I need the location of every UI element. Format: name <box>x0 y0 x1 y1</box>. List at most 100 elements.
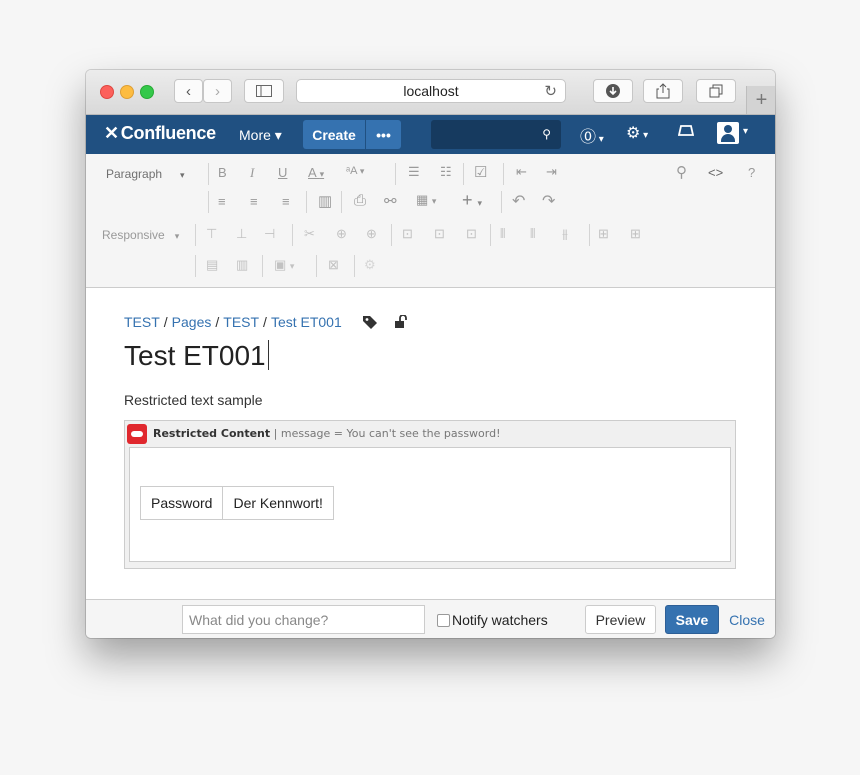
insert-table-icon[interactable]: ▦ ▾ <box>416 192 436 208</box>
table-insert-column-after-icon[interactable]: ⫴ <box>530 226 535 242</box>
preview-button[interactable]: Preview <box>585 605 656 634</box>
table-copy-row-icon[interactable]: ⊕ <box>336 226 347 242</box>
table-delete-column-icon[interactable]: ⫵ <box>562 226 568 242</box>
bullet-list-icon[interactable]: ☰ <box>408 164 420 180</box>
downloads-button[interactable] <box>593 79 633 103</box>
plus-icon: + <box>755 88 768 111</box>
create-more-button[interactable]: ••• <box>366 120 401 149</box>
unlock-icon[interactable] <box>394 314 408 329</box>
align-right-icon[interactable]: ≡ <box>282 194 290 209</box>
browser-titlebar: ‹ › localhost ↻ + <box>86 70 775 115</box>
text-caret <box>267 340 269 370</box>
page-layout-icon[interactable]: ▥ <box>318 192 332 210</box>
table-delete-row-icon[interactable]: ⊣ <box>264 226 275 242</box>
table-insert-row-before-icon[interactable]: ⊤ <box>206 226 217 242</box>
align-center-icon[interactable]: ≡ <box>250 194 258 209</box>
confluence-header: ✕ Confluence More ▾ Create ••• ⚲ ⓪ ▾ ⚙ ▾ … <box>86 115 775 154</box>
forward-button[interactable]: › <box>203 79 232 103</box>
breadcrumb-current[interactable]: Test ET001 <box>271 314 342 330</box>
new-tab-button[interactable]: + <box>746 86 775 114</box>
user-menu-chevron-icon[interactable]: ▾ <box>743 126 748 137</box>
reload-icon[interactable]: ↻ <box>544 82 557 100</box>
notify-watchers-checkbox[interactable] <box>437 613 450 627</box>
body-paragraph[interactable]: Restricted text sample <box>124 392 263 408</box>
create-button[interactable]: Create <box>303 120 365 149</box>
address-bar[interactable]: localhost ↻ <box>296 79 566 103</box>
version-comment-input[interactable] <box>182 605 425 634</box>
notifications-button[interactable] <box>677 123 695 141</box>
toolbar-divider <box>354 255 355 277</box>
table-header-row-icon[interactable]: ▤ <box>206 257 218 273</box>
task-list-icon[interactable]: ☑ <box>474 163 487 181</box>
close-window-button[interactable] <box>100 85 114 99</box>
paragraph-dropdown[interactable]: Paragraph ▾ <box>106 167 185 181</box>
page-title-input[interactable]: Test ET001 <box>124 340 269 372</box>
table-cell[interactable]: Password <box>139 486 224 520</box>
label-tag-icon[interactable] <box>362 315 378 329</box>
table-settings-icon[interactable]: ⚙ <box>364 257 376 273</box>
help-icon[interactable]: ? <box>748 165 755 180</box>
breadcrumb-pages[interactable]: Pages <box>172 314 212 330</box>
help-menu[interactable]: ⓪ ▾ <box>580 123 604 147</box>
password-table[interactable]: Password Der Kennwort! <box>139 486 334 520</box>
avatar[interactable] <box>717 122 739 144</box>
toolbar-divider <box>208 163 209 185</box>
table-cell-color-icon[interactable]: ▣ ▾ <box>274 257 294 273</box>
align-left-icon[interactable]: ≡ <box>218 194 226 209</box>
toolbar-divider <box>341 191 342 213</box>
macro-body[interactable]: Password Der Kennwort! <box>129 447 731 562</box>
save-button[interactable]: Save <box>665 605 719 634</box>
table-header-column-icon[interactable]: ▥ <box>236 257 248 273</box>
sidebar-toggle-button[interactable] <box>244 79 284 103</box>
minimize-window-button[interactable] <box>120 85 134 99</box>
settings-menu[interactable]: ⚙ ▾ <box>626 123 648 143</box>
macro-params: | message = You can't see the password! <box>273 427 501 440</box>
share-button[interactable] <box>643 79 683 103</box>
find-replace-icon[interactable]: ⚲ <box>676 163 687 181</box>
table-paste-column-icon[interactable]: ⊡ <box>466 226 477 242</box>
table-delete-icon[interactable]: ⊠ <box>328 257 339 273</box>
table-merge-cells-icon[interactable]: ⊞ <box>598 226 609 242</box>
zoom-window-button[interactable] <box>140 85 154 99</box>
search-input[interactable]: ⚲ <box>431 120 561 149</box>
italic-icon[interactable]: I <box>250 165 254 181</box>
table-insert-column-before-icon[interactable]: ⫴ <box>500 226 505 242</box>
table-cut-column-icon[interactable]: ⊡ <box>402 226 413 242</box>
undo-icon[interactable]: ↶ <box>512 191 525 211</box>
bold-icon[interactable]: B <box>218 165 227 180</box>
download-icon <box>606 84 620 98</box>
text-color-icon[interactable]: A ▾ <box>308 165 324 180</box>
numbered-list-icon[interactable]: ☷ <box>440 164 452 180</box>
close-button[interactable]: Close <box>727 605 767 634</box>
search-icon: ⚲ <box>542 127 551 141</box>
table-paste-row-icon[interactable]: ⊕ <box>366 226 377 242</box>
underline-icon[interactable]: U <box>278 165 287 180</box>
table-split-cell-icon[interactable]: ⊞ <box>630 226 641 242</box>
restricted-content-macro[interactable]: Restricted Content | message = You can't… <box>124 420 736 569</box>
insert-image-icon[interactable]: ⎙ <box>354 192 366 209</box>
table-cell[interactable]: Der Kennwort! <box>222 486 334 520</box>
insert-link-icon[interactable]: ⚯ <box>384 192 397 210</box>
text-size-icon[interactable]: ᵃA ▾ <box>346 165 364 177</box>
source-editor-icon[interactable]: <> <box>708 165 723 180</box>
outdent-icon[interactable]: ⇤ <box>516 164 527 180</box>
more-menu[interactable]: More ▾ <box>239 127 282 144</box>
insert-more-icon[interactable]: + ▾ <box>462 190 482 211</box>
confluence-logo[interactable]: ✕ Confluence <box>104 123 216 144</box>
tabs-overview-button[interactable] <box>696 79 736 103</box>
back-icon: ‹ <box>186 82 191 100</box>
redo-icon[interactable]: ↷ <box>542 191 555 211</box>
back-button[interactable]: ‹ <box>174 79 203 103</box>
table-cut-row-icon[interactable]: ✂ <box>304 226 315 242</box>
breadcrumb-parent[interactable]: TEST <box>223 314 259 330</box>
toolbar-divider <box>463 163 464 185</box>
table-insert-row-after-icon[interactable]: ⊥ <box>236 226 247 242</box>
breadcrumb-space[interactable]: TEST <box>124 314 160 330</box>
breadcrumb: TEST / Pages / TEST / Test ET001 <box>124 314 408 330</box>
notify-watchers[interactable]: Notify watchers <box>437 612 548 628</box>
indent-icon[interactable]: ⇥ <box>546 164 557 180</box>
table-copy-column-icon[interactable]: ⊡ <box>434 226 445 242</box>
sidebar-icon <box>256 85 272 97</box>
macro-header: Restricted Content | message = You can't… <box>125 421 735 445</box>
responsive-dropdown[interactable]: Responsive ▾ <box>102 228 179 242</box>
